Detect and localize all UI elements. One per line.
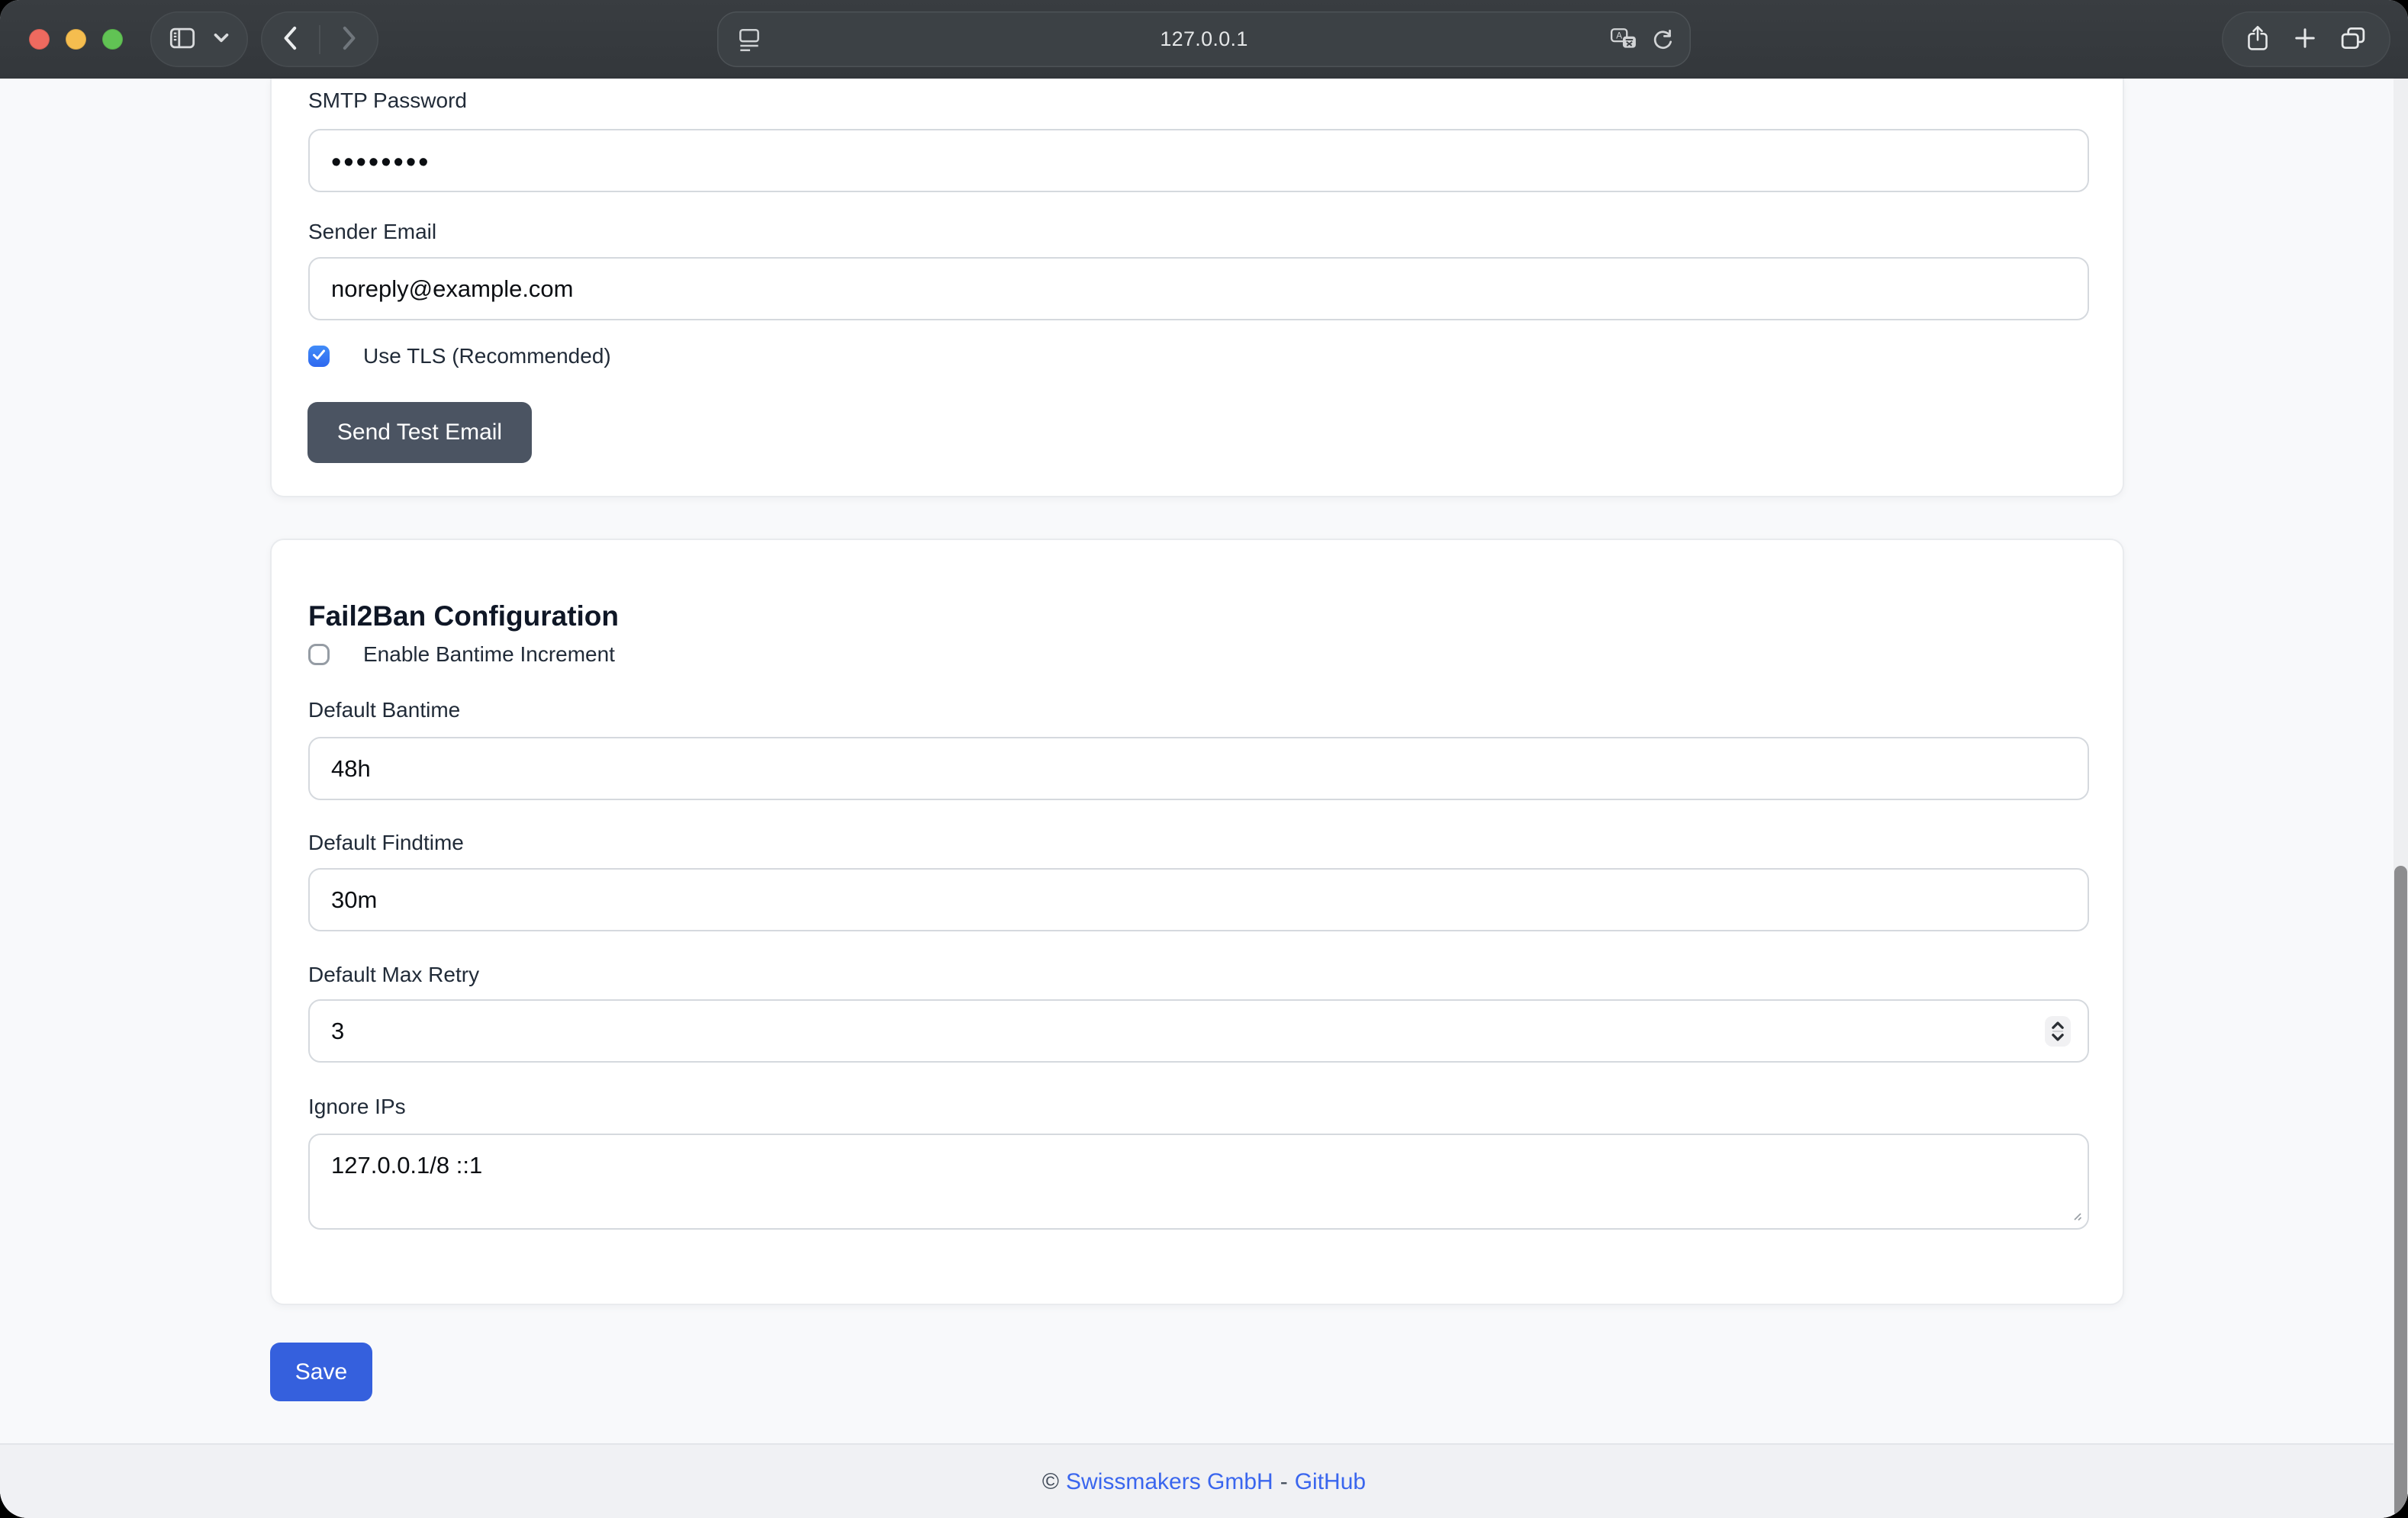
checkmark-icon — [312, 349, 326, 364]
default-max-retry-input[interactable] — [308, 999, 2089, 1063]
bantime-increment-checkbox[interactable] — [308, 644, 330, 665]
back-button[interactable] — [282, 25, 298, 53]
default-findtime-label: Default Findtime — [308, 830, 464, 856]
default-max-retry-label: Default Max Retry — [308, 962, 479, 988]
bantime-increment-row: Enable Bantime Increment — [308, 642, 615, 667]
send-test-email-button[interactable]: Send Test Email — [307, 402, 532, 463]
fail2ban-title: Fail2Ban Configuration — [308, 600, 619, 632]
smtp-settings-card: SMTP Password Sender Email Use TLS (Reco… — [270, 79, 2124, 497]
use-tls-checkbox[interactable] — [308, 346, 330, 367]
sidebar-icon — [169, 27, 195, 51]
use-tls-row: Use TLS (Recommended) — [308, 344, 611, 368]
github-link[interactable]: GitHub — [1295, 1469, 1366, 1495]
footer-separator: - — [1280, 1469, 1288, 1495]
default-max-retry-field — [308, 999, 2089, 1063]
scrollbar-thumb[interactable] — [2394, 866, 2407, 1518]
nav-divider — [319, 25, 320, 54]
save-button[interactable]: Save — [270, 1343, 372, 1401]
svg-text:A: A — [1616, 31, 1622, 40]
share-icon — [2246, 24, 2269, 54]
chevron-down-icon — [214, 33, 229, 46]
browser-toolbar: 127.0.0.1 A — [0, 0, 2408, 79]
resize-grip-icon[interactable] — [2069, 1208, 2117, 1298]
new-tab-icon — [2294, 27, 2316, 52]
forward-icon — [341, 25, 358, 53]
smtp-password-input[interactable] — [308, 129, 2089, 192]
sidebar-toggle-button[interactable] — [169, 27, 195, 51]
share-button[interactable] — [2246, 24, 2269, 54]
sender-email-label: Sender Email — [308, 219, 436, 245]
window-controls — [29, 29, 123, 50]
ignore-ips-label: Ignore IPs — [308, 1094, 406, 1120]
fail2ban-settings-card: Fail2Ban Configuration Enable Bantime In… — [270, 539, 2124, 1305]
ignore-ips-textarea[interactable]: 127.0.0.1/8 ::1 — [308, 1134, 2089, 1230]
zoom-window-button[interactable] — [102, 29, 123, 50]
toolbar-right-button-group — [2222, 11, 2390, 67]
company-link[interactable]: Swissmakers GmbH — [1066, 1469, 1273, 1495]
default-bantime-label: Default Bantime — [308, 697, 460, 723]
page-content: SMTP Password Sender Email Use TLS (Reco… — [0, 79, 2408, 1518]
close-window-button[interactable] — [29, 29, 50, 50]
navigation-button-group — [261, 11, 378, 67]
number-stepper[interactable] — [2045, 1016, 2071, 1047]
url-text: 127.0.0.1 — [1160, 27, 1247, 51]
page-settings-icon[interactable] — [737, 27, 761, 56]
smtp-password-label: SMTP Password — [308, 88, 467, 114]
forward-button[interactable] — [341, 25, 358, 53]
page-footer: © Swissmakers GmbH - GitHub — [0, 1443, 2408, 1518]
default-bantime-input[interactable] — [308, 737, 2089, 800]
reload-icon[interactable] — [1651, 27, 1674, 56]
bantime-increment-label: Enable Bantime Increment — [363, 642, 615, 667]
sidebar-button-group — [150, 11, 248, 67]
sender-email-input[interactable] — [308, 257, 2089, 320]
back-icon — [282, 25, 298, 53]
tab-overview-button[interactable] — [2340, 26, 2366, 53]
minimize-window-button[interactable] — [66, 29, 86, 50]
new-tab-button[interactable] — [2294, 27, 2316, 52]
use-tls-label: Use TLS (Recommended) — [363, 344, 611, 368]
default-findtime-input[interactable] — [308, 868, 2089, 931]
copyright-symbol: © — [1042, 1469, 1059, 1495]
translate-icon[interactable]: A — [1610, 27, 1637, 56]
sidebar-menu-chevron-button[interactable] — [214, 33, 229, 46]
browser-window: 127.0.0.1 A — [0, 0, 2408, 1518]
address-bar[interactable]: 127.0.0.1 A — [717, 11, 1691, 67]
tab-overview-icon — [2340, 26, 2366, 53]
